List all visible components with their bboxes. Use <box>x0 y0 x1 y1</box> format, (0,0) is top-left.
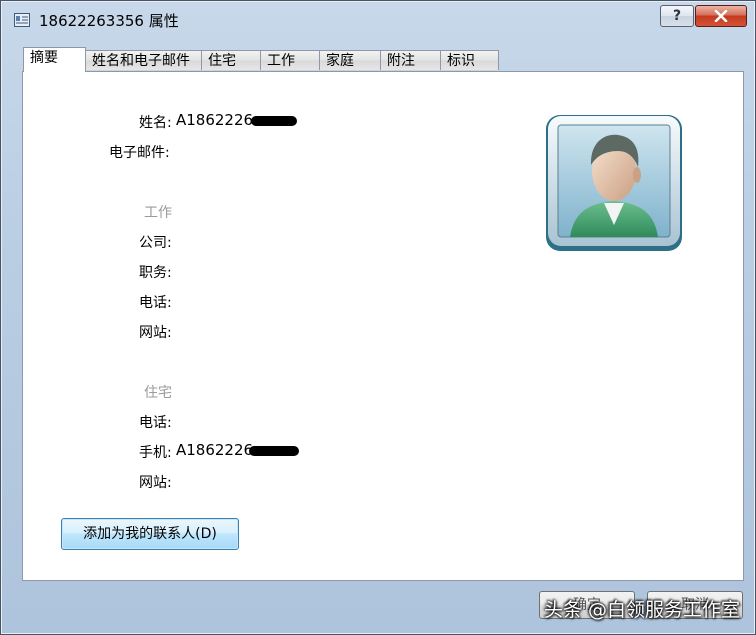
home-website-label: 网站: <box>139 475 172 491</box>
tab-home[interactable]: 住宅 <box>201 50 261 70</box>
name-label: 姓名: <box>139 115 172 131</box>
add-to-contacts-button[interactable]: 添加为我的联系人(D) <box>61 518 239 550</box>
title-bar[interactable]: 18622263356 属性 ? <box>1 1 755 39</box>
tab-family[interactable]: 家庭 <box>319 50 381 70</box>
mobile-value: A1862226 <box>176 441 254 459</box>
tab-work[interactable]: 工作 <box>260 50 320 70</box>
window-title: 18622263356 属性 <box>39 12 179 30</box>
tab-ids[interactable]: 标识 <box>440 50 499 70</box>
work-phone-label: 电话: <box>139 295 172 311</box>
contact-picture[interactable] <box>544 113 684 253</box>
tab-summary[interactable]: 摘要 <box>23 47 86 72</box>
redaction-mark <box>251 116 297 126</box>
mobile-label: 手机: <box>139 445 172 461</box>
contact-card-icon <box>14 13 30 27</box>
tab-notes[interactable]: 附注 <box>380 50 441 70</box>
close-icon <box>714 10 728 22</box>
company-label: 公司: <box>139 235 172 251</box>
help-button[interactable]: ? <box>660 5 694 27</box>
job-title-label: 职务: <box>139 265 172 281</box>
name-value: A1862226 <box>176 111 254 129</box>
summary-panel: 姓名: A1862226 电子邮件: 工作 公司: 职务: 电话: 网站: 住宅… <box>22 71 744 581</box>
user-avatar-icon <box>546 115 682 251</box>
work-section-heading: 工作 <box>144 205 172 221</box>
watermark: 头条 @白领服务工作室 <box>544 599 741 621</box>
redaction-mark <box>249 446 299 456</box>
tab-name-email[interactable]: 姓名和电子邮件 <box>85 50 202 70</box>
email-label: 电子邮件: <box>109 145 170 161</box>
work-website-label: 网站: <box>139 325 172 341</box>
close-button[interactable] <box>695 5 747 27</box>
home-phone-label: 电话: <box>139 415 172 431</box>
home-section-heading: 住宅 <box>144 385 172 401</box>
properties-window: 18622263356 属性 ? 摘要 姓名和电子邮件 住宅 工作 家庭 附注 … <box>0 0 756 635</box>
